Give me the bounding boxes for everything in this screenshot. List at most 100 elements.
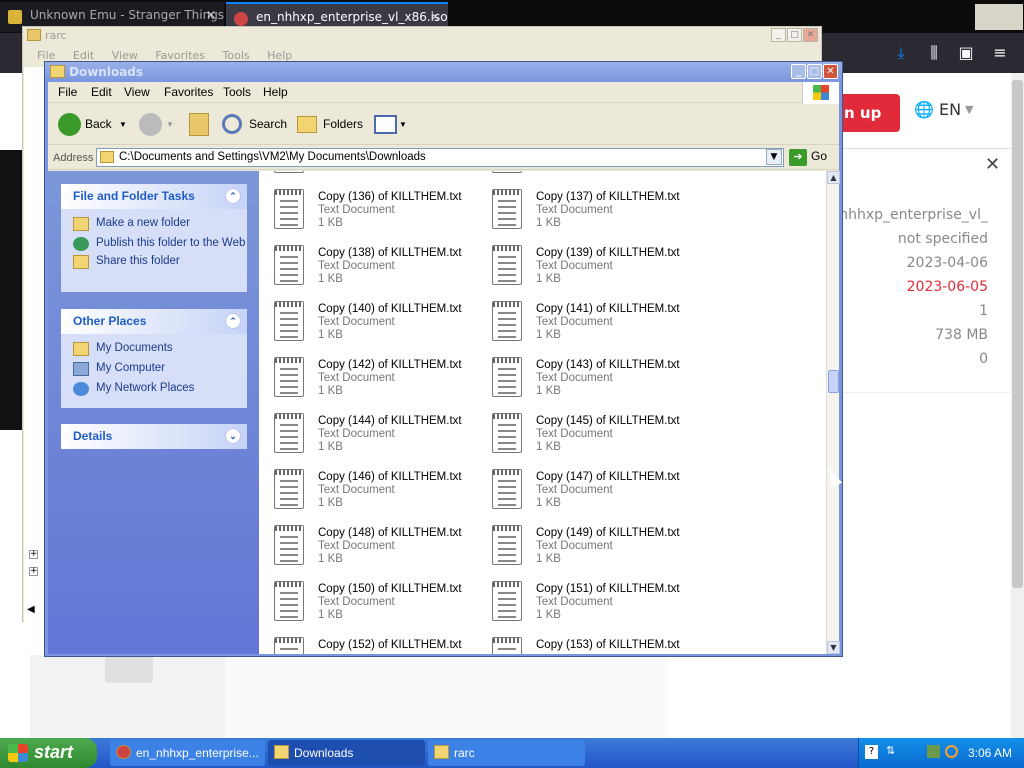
folders-button[interactable]: Folders xyxy=(323,112,363,138)
file-item[interactable]: Copy (144) of KILLTHEM.txt Text Document 1… xyxy=(274,413,484,467)
search-button[interactable]: Search xyxy=(249,112,287,138)
page-button[interactable] xyxy=(105,655,153,683)
scroll-up-icon[interactable]: ▲ xyxy=(827,171,840,184)
file-item[interactable]: Copy (136) of KILLTHEM.txt Text Document 1… xyxy=(274,189,484,243)
start-button[interactable]: start xyxy=(0,738,97,768)
file-item[interactable]: Copy (137) of KILLTHEM.txt Text Document 1… xyxy=(492,189,702,243)
file-info: Copy (148) of KILLTHEM.txt Text Document 1… xyxy=(318,527,462,566)
task-publish-folder[interactable]: Publish this folder to the Web xyxy=(61,237,247,251)
my-documents-icon xyxy=(73,342,89,356)
taskbar-button-downloads[interactable]: Downloads xyxy=(268,740,425,766)
collapse-icon[interactable]: ⌃ xyxy=(225,188,241,204)
browser-window-controls[interactable] xyxy=(975,4,1023,30)
task-make-new-folder[interactable]: Make a new folder xyxy=(61,217,247,231)
network-tray-icon[interactable]: ⇅ xyxy=(886,744,895,757)
maximize-button[interactable]: □ xyxy=(807,64,822,79)
file-list[interactable]: 1 KB 1 KB Copy (136) of KILLTHEM.txtText D… xyxy=(259,171,826,654)
box-header[interactable]: File and Folder Tasks ⌃ xyxy=(61,184,247,209)
file-item[interactable]: Copy (138) of KILLTHEM.txt Text Document 1… xyxy=(274,245,484,299)
file-item[interactable]: Copy (143) of KILLTHEM.txt Text Document 1… xyxy=(492,357,702,411)
back-button[interactable]: Back xyxy=(85,112,112,138)
minimize-button[interactable]: _ xyxy=(771,28,786,42)
close-tab-icon[interactable]: ✕ xyxy=(430,10,440,24)
file-name: Copy (141) of KILLTHEM.txt xyxy=(536,303,680,315)
file-name: Copy (140) of KILLTHEM.txt xyxy=(318,303,462,315)
menu-favorites[interactable]: Favorites xyxy=(164,85,213,99)
file-item[interactable]: Copy (146) of KILLTHEM.txt Text Document 1… xyxy=(274,469,484,523)
tray-app-icon[interactable] xyxy=(927,745,940,758)
place-my-network[interactable]: My Network Places xyxy=(61,382,247,396)
box-header[interactable]: Details ⌄ xyxy=(61,424,247,449)
expand-icon[interactable]: + xyxy=(29,567,38,576)
back-arrow-icon[interactable] xyxy=(58,113,81,136)
expand-icon[interactable]: + xyxy=(29,550,38,559)
close-icon[interactable]: ✕ xyxy=(985,154,1000,175)
search-icon[interactable] xyxy=(222,114,242,134)
file-item[interactable]: Copy (151) of KILLTHEM.txt Text Document 1… xyxy=(492,581,702,635)
menu-file[interactable]: File xyxy=(58,85,77,99)
chevron-down-icon[interactable]: ▼ xyxy=(166,112,174,138)
taskbar-button-rarc[interactable]: rarc xyxy=(428,740,585,766)
file-info: Copy (142) of KILLTHEM.txt Text Document 1… xyxy=(318,359,462,398)
browser-scrollbar-thumb[interactable] xyxy=(1012,80,1023,588)
place-my-documents[interactable]: My Documents xyxy=(61,342,247,356)
file-item[interactable]: 1 KB xyxy=(492,171,702,187)
page-block xyxy=(225,655,667,740)
file-item[interactable]: 1 KB xyxy=(274,171,484,187)
file-list-scrollbar[interactable]: ▲ ▼ xyxy=(826,171,840,654)
place-my-computer[interactable]: My Computer xyxy=(61,362,247,376)
file-folder-tasks-box: File and Folder Tasks ⌃ Make a new folder… xyxy=(61,184,247,292)
scroll-down-icon[interactable]: ▼ xyxy=(827,641,840,654)
menu-icon[interactable]: ≡ xyxy=(990,43,1010,63)
taskbar-button-browser[interactable]: en_nhhxp_enterprise... xyxy=(110,740,265,766)
minimize-button[interactable]: _ xyxy=(791,64,806,79)
file-item[interactable]: Copy (153) of KILLTHEM.txt xyxy=(492,637,702,654)
folder-up-icon[interactable] xyxy=(189,113,209,136)
downloads-title-bar[interactable]: Downloads _ □ ✕ xyxy=(45,62,842,82)
close-button[interactable]: ✕ xyxy=(803,28,818,42)
task-share-folder[interactable]: Share this folder xyxy=(61,255,247,269)
scrollbar-thumb[interactable] xyxy=(828,370,839,393)
scroll-left-icon[interactable]: ◀ xyxy=(27,604,35,615)
maximize-button[interactable]: □ xyxy=(787,28,802,42)
file-item[interactable]: Copy (148) of KILLTHEM.txt Text Document 1… xyxy=(274,525,484,579)
file-item[interactable]: Copy (147) of KILLTHEM.txt Text Document 1… xyxy=(492,469,702,523)
details-box: Details ⌄ xyxy=(61,424,247,449)
sidebar-icon[interactable]: ▣ xyxy=(956,43,976,63)
chevron-down-icon[interactable]: ▼ xyxy=(766,149,782,165)
close-tab-icon[interactable]: ✕ xyxy=(206,8,216,22)
file-size: 1 KB xyxy=(318,441,343,453)
library-icon[interactable]: ⫼ xyxy=(924,43,944,63)
downloads-window: Downloads _ □ ✕ File Edit View Favorites… xyxy=(44,61,843,657)
file-item[interactable]: Copy (142) of KILLTHEM.txt Text Document 1… xyxy=(274,357,484,411)
file-item[interactable]: Copy (149) of KILLTHEM.txt Text Document 1… xyxy=(492,525,702,579)
box-header[interactable]: Other Places ⌃ xyxy=(61,309,247,334)
views-icon[interactable] xyxy=(374,115,397,134)
chevron-down-icon[interactable]: ▼ xyxy=(399,112,407,138)
folders-icon[interactable] xyxy=(297,116,317,133)
file-item[interactable]: Copy (145) of KILLTHEM.txt Text Document 1… xyxy=(492,413,702,467)
file-item[interactable]: Copy (140) of KILLTHEM.txt Text Document 1… xyxy=(274,301,484,355)
file-item[interactable]: Copy (139) of KILLTHEM.txt Text Document 1… xyxy=(492,245,702,299)
forward-arrow-icon[interactable] xyxy=(139,113,162,136)
go-button[interactable]: ➔ Go xyxy=(789,149,827,166)
collapse-icon[interactable]: ⌃ xyxy=(225,313,241,329)
close-button[interactable]: ✕ xyxy=(823,64,838,79)
file-item[interactable]: Copy (141) of KILLTHEM.txt Text Document 1… xyxy=(492,301,702,355)
chevron-down-icon[interactable]: ▼ xyxy=(119,112,127,138)
expand-icon[interactable]: ⌄ xyxy=(225,428,241,444)
download-icon[interactable]: ⤓ xyxy=(891,43,911,63)
file-name: Copy (149) of KILLTHEM.txt xyxy=(536,527,680,539)
search-tray-icon[interactable] xyxy=(945,745,958,758)
file-item[interactable]: Copy (152) of KILLTHEM.txt xyxy=(274,637,484,654)
menu-edit[interactable]: Edit xyxy=(91,85,112,99)
file-item[interactable]: Copy (150) of KILLTHEM.txt Text Document 1… xyxy=(274,581,484,635)
menu-view[interactable]: View xyxy=(124,85,150,99)
address-input[interactable]: C:\Documents and Settings\VM2\My Documen… xyxy=(96,148,784,167)
language-selector[interactable]: 🌐 EN xyxy=(914,100,961,119)
menu-tools[interactable]: Tools xyxy=(223,85,251,99)
menu-help[interactable]: Help xyxy=(263,85,288,99)
rarc-title-bar[interactable]: rarc _ □ ✕ xyxy=(23,27,821,45)
file-size: 1 KB xyxy=(536,441,561,453)
help-icon[interactable]: ? xyxy=(865,745,878,759)
